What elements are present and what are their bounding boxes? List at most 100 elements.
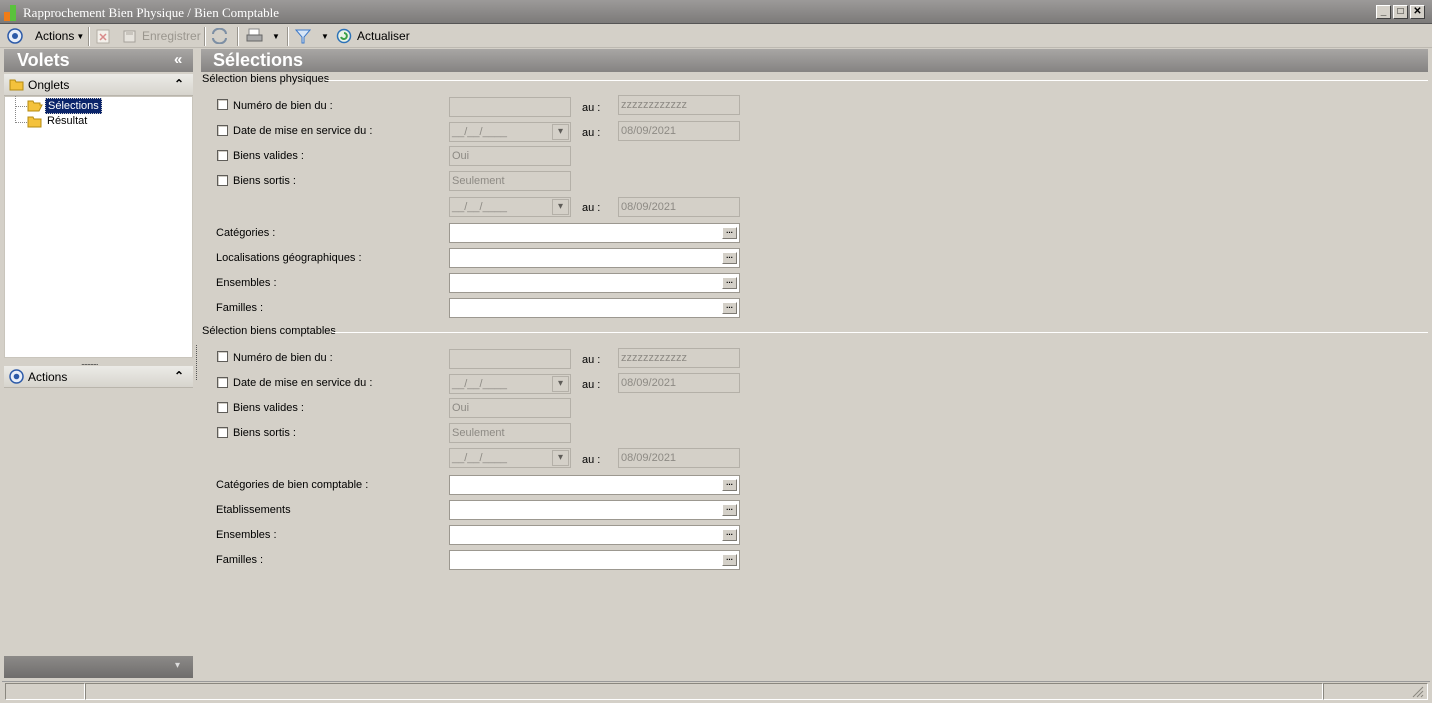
resize-grip-icon[interactable] [1412, 686, 1424, 698]
tree-item-resultat[interactable]: Résultat [47, 115, 87, 127]
close-button[interactable]: ✕ [1410, 5, 1425, 19]
etablissements-input[interactable]: ... [449, 500, 740, 520]
date-to-input[interactable]: 08/09/2021 [618, 121, 740, 141]
ellipsis-button[interactable]: ... [722, 479, 737, 491]
to-label: au : [582, 454, 601, 466]
maximize-button[interactable]: □ [1393, 5, 1408, 19]
valides-checkbox[interactable] [217, 150, 228, 161]
actions-group-label: Actions [28, 370, 68, 384]
to-label: au : [582, 202, 601, 214]
numero-to-input[interactable]: zzzzzzzzzzzz [618, 348, 740, 368]
date-to-input[interactable]: 08/09/2021 [618, 373, 740, 393]
actions-group-header[interactable]: Actions ⌃ [4, 366, 193, 388]
chevron-down-icon[interactable]: ▾ [552, 376, 569, 392]
refresh-button[interactable]: Actualiser [336, 28, 410, 44]
title-bar: Rapprochement Bien Physique / Bien Compt… [0, 0, 1432, 24]
ellipsis-button[interactable]: ... [722, 252, 737, 264]
section-accounting-heading: Sélection biens comptables [202, 325, 336, 337]
to-label: au : [582, 102, 601, 114]
date-checkbox[interactable] [217, 125, 228, 136]
ellipsis-button[interactable]: ... [722, 302, 737, 314]
section-divider [332, 332, 1428, 333]
refresh-icon [336, 28, 352, 44]
ensembles-input[interactable]: ... [449, 273, 740, 293]
numero-checkbox[interactable] [217, 351, 228, 362]
collapse-panel-icon[interactable]: « [174, 51, 182, 68]
chevron-down-icon[interactable]: ▾ [552, 124, 569, 140]
onglets-group-header[interactable]: Onglets ⌃ [4, 74, 193, 96]
ellipsis-button[interactable]: ... [722, 227, 737, 239]
chevron-down-icon[interactable]: ▾ [175, 660, 180, 671]
collapse-group-icon[interactable]: ⌃ [174, 77, 184, 91]
sortis-date-to-input[interactable]: 08/09/2021 [618, 197, 740, 217]
toolbar-separator [237, 27, 239, 46]
vertical-splitter[interactable] [196, 345, 197, 380]
date-placeholder: __/__/____ [452, 126, 508, 138]
sortis-date-to-input[interactable]: 08/09/2021 [618, 448, 740, 468]
status-cell [85, 683, 1323, 700]
numero-label: Numéro de bien du : [233, 100, 333, 112]
sortis-checkbox[interactable] [217, 175, 228, 186]
sync-icon[interactable] [211, 28, 228, 44]
etablissements-label: Etablissements [216, 504, 291, 516]
to-label: au : [582, 127, 601, 139]
collapse-group-icon[interactable]: ⌃ [174, 369, 184, 383]
chevron-down-icon[interactable]: ▾ [552, 199, 569, 215]
date-from-input[interactable]: __/__/____ ▾ [449, 374, 571, 394]
valides-label: Biens valides : [233, 402, 304, 414]
toolbar-separator [287, 27, 289, 46]
numero-from-input[interactable] [449, 349, 571, 369]
window-title: Rapprochement Bien Physique / Bien Compt… [23, 5, 279, 20]
sortis-select[interactable]: Seulement [449, 171, 571, 191]
to-label: au : [582, 379, 601, 391]
filter-dropdown-icon[interactable]: ▼ [321, 32, 329, 41]
familles-input[interactable]: ... [449, 550, 740, 570]
toolbar-separator [88, 27, 90, 46]
save-button[interactable]: Enregistrer [122, 28, 201, 44]
numero-from-input[interactable] [449, 97, 571, 117]
toolbar-separator [204, 27, 206, 46]
filter-icon[interactable] [295, 28, 311, 44]
print-icon[interactable] [246, 28, 263, 44]
valides-label: Biens valides : [233, 150, 304, 162]
date-label: Date de mise en service du : [233, 125, 373, 137]
status-bar [2, 681, 1430, 700]
onglets-label: Onglets [28, 78, 70, 92]
status-cell [5, 683, 85, 700]
ensembles-label: Ensembles : [216, 277, 277, 289]
actions-menu[interactable]: Actions ▼ [35, 28, 84, 44]
volets-header: Volets « [4, 49, 193, 72]
volets-title: Volets [17, 50, 70, 70]
ellipsis-button[interactable]: ... [722, 504, 737, 516]
app-icon [4, 5, 16, 21]
numero-checkbox[interactable] [217, 99, 228, 110]
date-checkbox[interactable] [217, 377, 228, 388]
localisations-input[interactable]: ... [449, 248, 740, 268]
ellipsis-button[interactable]: ... [722, 529, 737, 541]
valides-select[interactable]: Oui [449, 398, 571, 418]
valides-select[interactable]: Oui [449, 146, 571, 166]
toolbar: Actions ▼ Enregistrer ▼ ▼ Actualiser [0, 24, 1432, 48]
numero-to-input[interactable]: zzzzzzzzzzzz [618, 95, 740, 115]
selections-header: Sélections [201, 49, 1428, 72]
chevron-down-icon[interactable]: ▾ [552, 450, 569, 466]
ellipsis-button[interactable]: ... [722, 277, 737, 289]
valides-checkbox[interactable] [217, 402, 228, 413]
sortis-select[interactable]: Seulement [449, 423, 571, 443]
sortis-date-from-input[interactable]: __/__/____ ▾ [449, 448, 571, 468]
ensembles-input[interactable]: ... [449, 525, 740, 545]
panel-bottom-bar: ▾ [4, 656, 193, 678]
date-label: Date de mise en service du : [233, 377, 373, 389]
ellipsis-button[interactable]: ... [722, 554, 737, 566]
familles-input[interactable]: ... [449, 298, 740, 318]
tree-item-selections[interactable]: Sélections [45, 98, 102, 114]
minimize-button[interactable]: _ [1376, 5, 1391, 19]
sortis-date-from-input[interactable]: __/__/____ ▾ [449, 197, 571, 217]
familles-label: Familles : [216, 302, 264, 314]
sortis-checkbox[interactable] [217, 427, 228, 438]
print-dropdown-icon[interactable]: ▼ [272, 32, 280, 41]
categories-input[interactable]: ... [449, 475, 740, 495]
date-from-input[interactable]: __/__/____ ▾ [449, 122, 571, 142]
categories-input[interactable]: ... [449, 223, 740, 243]
delete-icon[interactable] [96, 28, 110, 44]
